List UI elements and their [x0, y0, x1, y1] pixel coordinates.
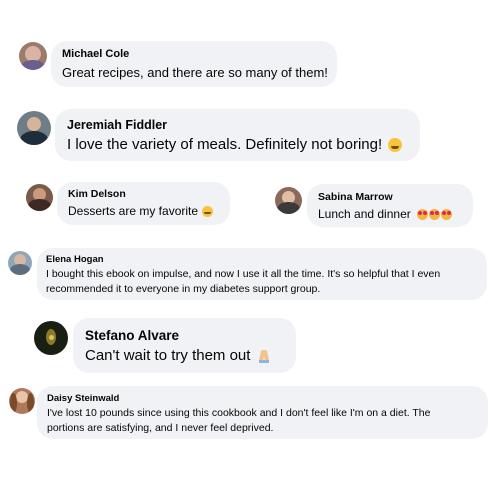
- comment-text: Can't wait to try them out: [85, 347, 251, 364]
- avatar[interactable]: [34, 321, 68, 355]
- commenter-name[interactable]: Sabina Marrow: [318, 191, 393, 203]
- avatar[interactable]: [17, 111, 51, 145]
- commenter-name[interactable]: Elena Hogan: [46, 254, 104, 265]
- heart-eyes-face-icon: [417, 209, 429, 221]
- avatar[interactable]: [19, 42, 47, 70]
- commenter-name[interactable]: Kim Delson: [68, 188, 126, 200]
- commenter-name[interactable]: Stefano Alvare: [85, 328, 179, 343]
- avatar[interactable]: [26, 184, 53, 211]
- smiling-face-icon: [202, 206, 214, 218]
- comment-bubble: Michael Cole Great recipes, and there ar…: [51, 41, 337, 87]
- avatar[interactable]: [275, 187, 302, 214]
- comment-text-line: I bought this ebook on impulse, and now …: [46, 268, 441, 280]
- heart-eyes-face-icon: [429, 209, 441, 221]
- comment-text-line: I've lost 10 pounds since using this coo…: [47, 407, 431, 419]
- comment-text-line: portions are satisfying, and I never fee…: [47, 422, 274, 434]
- comment-text: Desserts are my favorite: [68, 204, 199, 218]
- avatar[interactable]: [9, 388, 35, 414]
- avatar[interactable]: [8, 251, 32, 275]
- comment-bubble: Kim Delson Desserts are my favorite: [57, 182, 230, 225]
- comment-text: I love the variety of meals. Definitely …: [67, 136, 383, 153]
- heart-eyes-face-icon: [441, 209, 453, 221]
- comment-bubble: Daisy Steinwald I've lost 10 pounds sinc…: [37, 386, 488, 439]
- commenter-name[interactable]: Jeremiah Fiddler: [67, 118, 167, 132]
- commenter-name[interactable]: Michael Cole: [62, 48, 129, 60]
- comment-text: Lunch and dinner: [318, 207, 411, 221]
- comment-bubble: Sabina Marrow Lunch and dinner: [307, 184, 473, 227]
- comment-text: Great recipes, and there are so many of …: [62, 65, 328, 80]
- comment-bubble: Stefano Alvare Can't wait to try them ou…: [73, 318, 296, 373]
- comment-text-line: recommended it to everyone in my diabete…: [46, 283, 321, 295]
- smiling-face-icon: [388, 138, 403, 153]
- comment-bubble: Jeremiah Fiddler I love the variety of m…: [55, 109, 420, 161]
- commenter-name[interactable]: Daisy Steinwald: [47, 393, 119, 404]
- folded-hands-icon: [257, 349, 271, 364]
- comment-bubble: Elena Hogan I bought this ebook on impul…: [37, 248, 487, 300]
